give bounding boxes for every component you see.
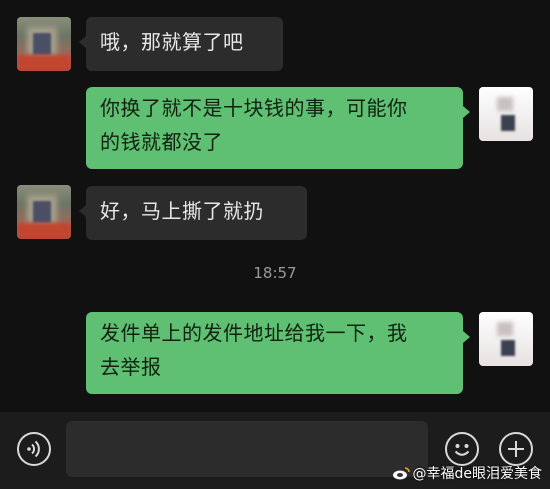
my-avatar[interactable] <box>479 312 533 366</box>
voice-icon[interactable] <box>17 432 51 466</box>
message-text-line: 的钱就都没了 <box>100 130 223 154</box>
contact-avatar[interactable] <box>17 185 71 239</box>
incoming-message-bubble[interactable]: 哦，那就算了吧 <box>79 17 283 71</box>
message-list[interactable]: 哦，那就算了吧 你换了就不是十块钱的事，可能你 的钱就都没了 好，马上撕了就扔 … <box>0 0 550 412</box>
outgoing-message-bubble[interactable]: 发件单上的发件地址给我一下，我 去举报 <box>86 312 470 394</box>
chat-screen: 哦，那就算了吧 你换了就不是十块钱的事，可能你 的钱就都没了 好，马上撕了就扔 … <box>0 0 550 489</box>
message-text-line: 你换了就不是十块钱的事，可能你 <box>100 96 408 120</box>
message-text: 好，马上撕了就扔 <box>100 199 264 223</box>
message-text-line: 发件单上的发件地址给我一下，我 <box>100 321 408 345</box>
plus-icon[interactable] <box>499 432 533 466</box>
message-text-line: 去举报 <box>100 355 162 379</box>
message-timestamp: 18:57 <box>253 264 297 282</box>
outgoing-message-bubble[interactable]: 你换了就不是十块钱的事，可能你 的钱就都没了 <box>86 87 470 169</box>
weibo-logo-icon <box>392 467 410 480</box>
my-avatar[interactable] <box>479 87 533 141</box>
message-input[interactable] <box>66 421 428 477</box>
message-text: 哦，那就算了吧 <box>100 30 244 54</box>
incoming-message-bubble[interactable]: 好，马上撕了就扔 <box>79 186 307 240</box>
contact-avatar[interactable] <box>17 17 71 71</box>
watermark-text: @幸福de眼泪爱美食 <box>412 466 543 482</box>
weibo-watermark: @幸福de眼泪爱美食 <box>392 463 543 483</box>
emoji-icon[interactable] <box>445 432 479 466</box>
